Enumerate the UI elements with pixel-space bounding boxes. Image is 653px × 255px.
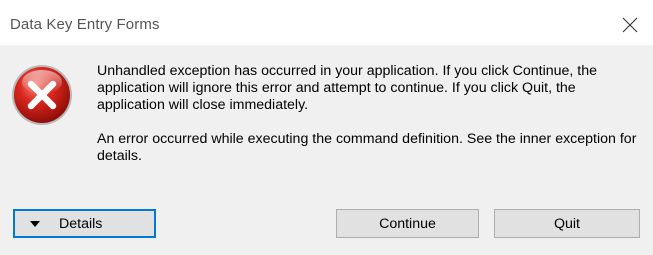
error-detail: An error occurred while executing the co… [97, 131, 637, 164]
details-button[interactable]: Details [13, 209, 156, 238]
quit-button[interactable]: Quit [494, 209, 640, 238]
close-icon [622, 17, 638, 33]
error-icon [9, 62, 75, 133]
error-dialog: Data Key Entry Forms Unhandled exception… [0, 5, 653, 255]
caret-down-icon [30, 220, 40, 227]
continue-button[interactable]: Continue [336, 209, 479, 238]
error-message: Unhandled exception has occurred in your… [97, 63, 598, 113]
close-button[interactable] [607, 5, 653, 45]
details-label: Details [59, 215, 103, 232]
message-area: Unhandled exception has occurred in your… [97, 63, 637, 165]
title-bar: Data Key Entry Forms [0, 5, 653, 45]
window-title: Data Key Entry Forms [10, 16, 160, 33]
